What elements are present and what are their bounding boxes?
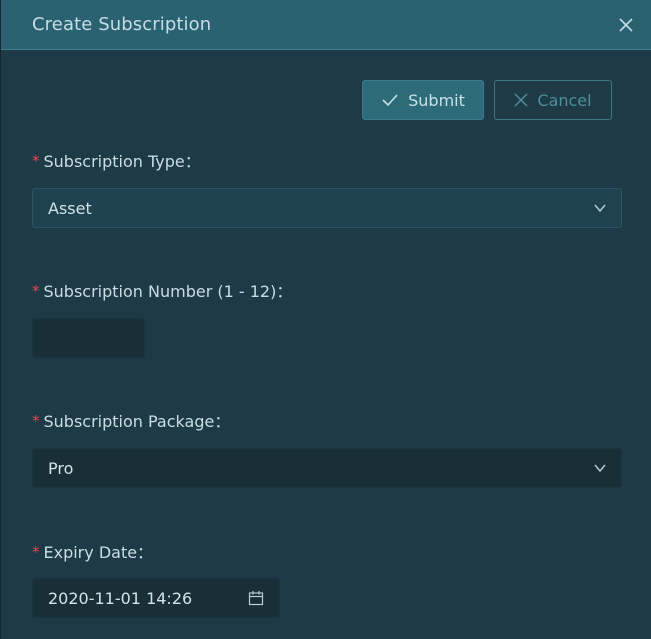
expiry-date-label-text: Expiry Date： (43, 543, 154, 562)
close-button[interactable] (612, 11, 640, 39)
subscription-package-label-text: Subscription Package： (43, 412, 231, 431)
submit-button[interactable]: Submit (362, 80, 484, 120)
expiry-date-label: * Expiry Date： (32, 539, 153, 563)
expiry-date-value: 2020-11-01 14:26 (48, 588, 193, 608)
required-marker: * (32, 282, 40, 300)
chevron-down-icon (594, 204, 606, 213)
subscription-type-select[interactable]: Asset (32, 188, 622, 228)
required-marker: * (32, 152, 40, 170)
subscription-number-label-text: Subscription Number (1 - 12)： (43, 282, 293, 301)
check-icon (382, 94, 398, 107)
dialog-title: Create Subscription (32, 14, 212, 35)
cancel-label: Cancel (537, 90, 592, 110)
subscription-type-value: Asset (48, 198, 92, 218)
required-marker: * (32, 543, 40, 561)
subscription-number-label: * Subscription Number (1 - 12)： (32, 278, 292, 302)
subscription-type-label-text: Subscription Type： (43, 152, 201, 171)
cancel-button[interactable]: Cancel (494, 80, 612, 120)
dialog-header: Create Subscription (1, 0, 651, 50)
expiry-date-picker[interactable]: 2020-11-01 14:26 (32, 578, 280, 618)
required-marker: * (32, 412, 40, 430)
subscription-package-value: Pro (48, 458, 74, 478)
x-icon (514, 93, 528, 107)
create-subscription-dialog: Create Subscription Submit Cancel * Subsc… (0, 0, 651, 639)
calendar-icon (248, 591, 264, 606)
subscription-type-label: * Subscription Type： (32, 148, 201, 172)
close-icon (619, 18, 633, 32)
chevron-down-icon (594, 464, 606, 473)
subscription-package-select[interactable]: Pro (32, 448, 622, 488)
submit-label: Submit (408, 90, 465, 110)
subscription-number-input[interactable] (32, 318, 145, 358)
subscription-package-label: * Subscription Package： (32, 408, 230, 432)
